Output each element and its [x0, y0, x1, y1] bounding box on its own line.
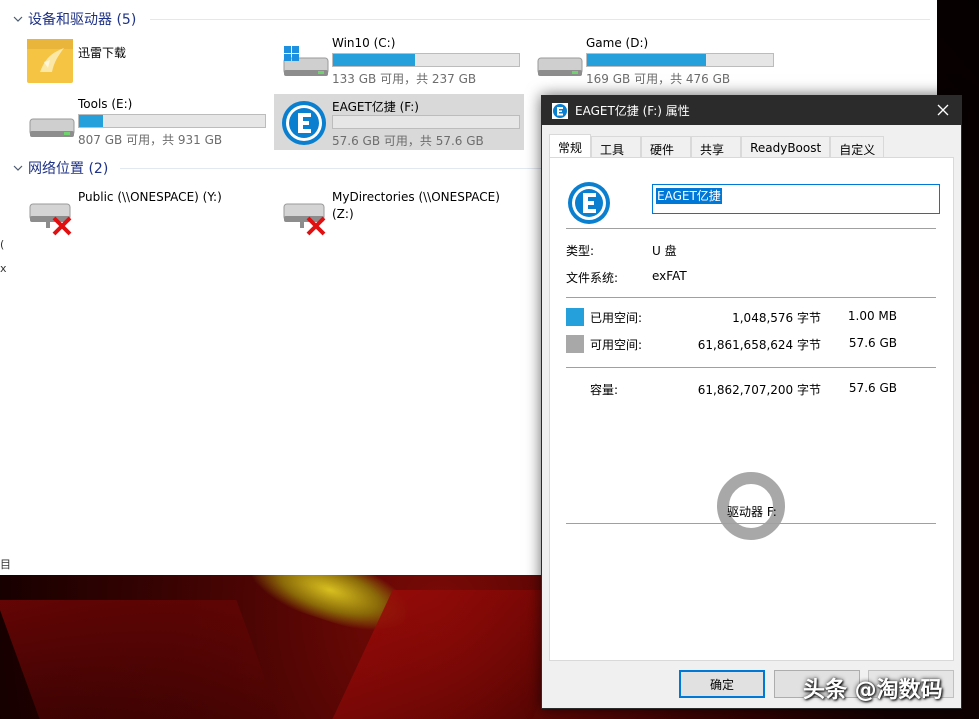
capacity-bytes: 61,862,707,200 字节	[697, 383, 821, 397]
volume-name-text: EAGET亿捷	[656, 188, 722, 204]
drive-usage-bar	[78, 114, 266, 128]
used-space-size: 1.00 MB	[847, 309, 897, 323]
used-space-label: 已用空间:	[590, 311, 643, 325]
drive-name: Tools (E:)	[78, 97, 133, 111]
drive-space-text: 133 GB 可用，共 237 GB	[332, 72, 477, 86]
network-drive-disconnected-icon	[29, 203, 72, 236]
drive-tile-selected[interactable]: EAGET亿捷 (F:) 57.6 GB 可用，共 57.6 GB	[274, 94, 524, 150]
cut-off-text: (	[0, 238, 5, 251]
type-label: 类型:	[566, 244, 595, 258]
type-value: U 盘	[652, 244, 677, 258]
drive-usage-bar	[586, 53, 774, 67]
network-drive-tile[interactable]: Public (\\ONESPACE) (Y:)	[20, 186, 270, 242]
drive-space-text: 57.6 GB 可用，共 57.6 GB	[332, 134, 484, 148]
drive-name: Game (D:)	[586, 36, 649, 50]
drive-name: Win10 (C:)	[332, 36, 396, 50]
free-space-label: 可用空间:	[590, 338, 643, 352]
dialog-titlebar[interactable]: EAGET亿捷 (F:) 属性	[542, 96, 961, 125]
drive-letter-label: 驱动器 F:	[727, 505, 777, 519]
volume-name-input[interactable]: EAGET亿捷	[652, 184, 940, 214]
hard-drive-icon	[29, 118, 75, 137]
divider	[566, 523, 936, 524]
drive-name: MyDirectories (\\ONESPACE)	[332, 190, 500, 204]
eaget-drive-icon	[552, 102, 568, 119]
windows-drive-icon	[283, 46, 329, 76]
drive-tile[interactable]: Game (D:) 169 GB 可用，共 476 GB	[528, 32, 778, 88]
used-space-swatch	[566, 308, 584, 326]
drive-usage-bar	[332, 53, 520, 67]
free-space-size: 57.6 GB	[848, 336, 897, 350]
section-title: 网络位置 (2)	[28, 161, 109, 177]
general-tab-panel: EAGET亿捷 类型: U 盘 文件系统: exFAT 已用空间: 1,048,…	[549, 157, 954, 661]
chevron-down-icon	[13, 16, 23, 22]
divider	[566, 228, 936, 229]
divider	[566, 297, 936, 298]
network-drive-tile[interactable]: MyDirectories (\\ONESPACE) (Z:)	[274, 186, 524, 242]
network-section-header[interactable]: 网络位置 (2)	[12, 158, 108, 178]
section-title: 设备和驱动器 (5)	[28, 12, 137, 28]
drive-usage-fill	[79, 115, 104, 127]
used-space-bytes: 1,048,576 字节	[732, 311, 821, 325]
tab-tools[interactable]: 工具	[591, 136, 642, 158]
drive-name-line2: (Z:)	[332, 207, 354, 221]
drive-tile[interactable]: Tools (E:) 807 GB 可用，共 931 GB	[20, 93, 270, 149]
filesystem-value: exFAT	[652, 269, 687, 283]
drive-properties-dialog: EAGET亿捷 (F:) 属性 常规 工具 硬件 共享 ReadyBoost 自…	[541, 95, 962, 709]
ok-button[interactable]: 确定	[679, 670, 765, 698]
divider	[566, 367, 936, 368]
drive-usage-fill	[333, 54, 415, 66]
devices-section-header[interactable]: 设备和驱动器 (5)	[12, 9, 136, 29]
free-space-swatch	[566, 335, 584, 353]
tab-hardware[interactable]: 硬件	[641, 136, 692, 158]
network-drive-disconnected-icon	[283, 203, 326, 236]
watermark-text: 头条 @淘数码	[803, 678, 943, 703]
tab-sharing[interactable]: 共享	[691, 136, 742, 158]
drive-tile[interactable]: 迅雷下载	[20, 32, 270, 88]
cut-off-text: x	[0, 262, 7, 275]
free-space-bytes: 61,861,658,624 字节	[697, 338, 821, 352]
filesystem-label: 文件系统:	[566, 271, 619, 285]
chevron-down-icon	[13, 165, 23, 171]
drive-usage-bar	[332, 115, 520, 129]
tab-readyboost[interactable]: ReadyBoost	[741, 136, 831, 158]
eaget-drive-icon	[282, 101, 326, 145]
close-icon[interactable]	[933, 100, 953, 120]
capacity-size: 57.6 GB	[848, 381, 897, 395]
folder-icon	[27, 39, 73, 83]
cut-off-text: 目	[0, 558, 11, 571]
capacity-label: 容量:	[590, 383, 619, 397]
drive-space-text: 807 GB 可用，共 931 GB	[78, 133, 223, 147]
dialog-title: EAGET亿捷 (F:) 属性	[575, 104, 690, 118]
section-divider	[150, 19, 930, 20]
drive-name: EAGET亿捷 (F:)	[332, 100, 419, 114]
eaget-drive-icon	[568, 182, 610, 224]
tab-general[interactable]: 常规	[549, 134, 592, 158]
tab-strip: 常规 工具 硬件 共享 ReadyBoost 自定义	[549, 134, 885, 158]
drive-name: Public (\\ONESPACE) (Y:)	[78, 190, 222, 204]
hard-drive-icon	[537, 57, 583, 76]
drive-name: 迅雷下载	[78, 46, 127, 60]
tab-customize[interactable]: 自定义	[830, 136, 885, 158]
drive-tile[interactable]: Win10 (C:) 133 GB 可用，共 237 GB	[274, 32, 524, 88]
wallpaper-shape	[0, 600, 284, 719]
drive-usage-fill	[587, 54, 707, 66]
drive-space-text: 169 GB 可用，共 476 GB	[586, 72, 731, 86]
